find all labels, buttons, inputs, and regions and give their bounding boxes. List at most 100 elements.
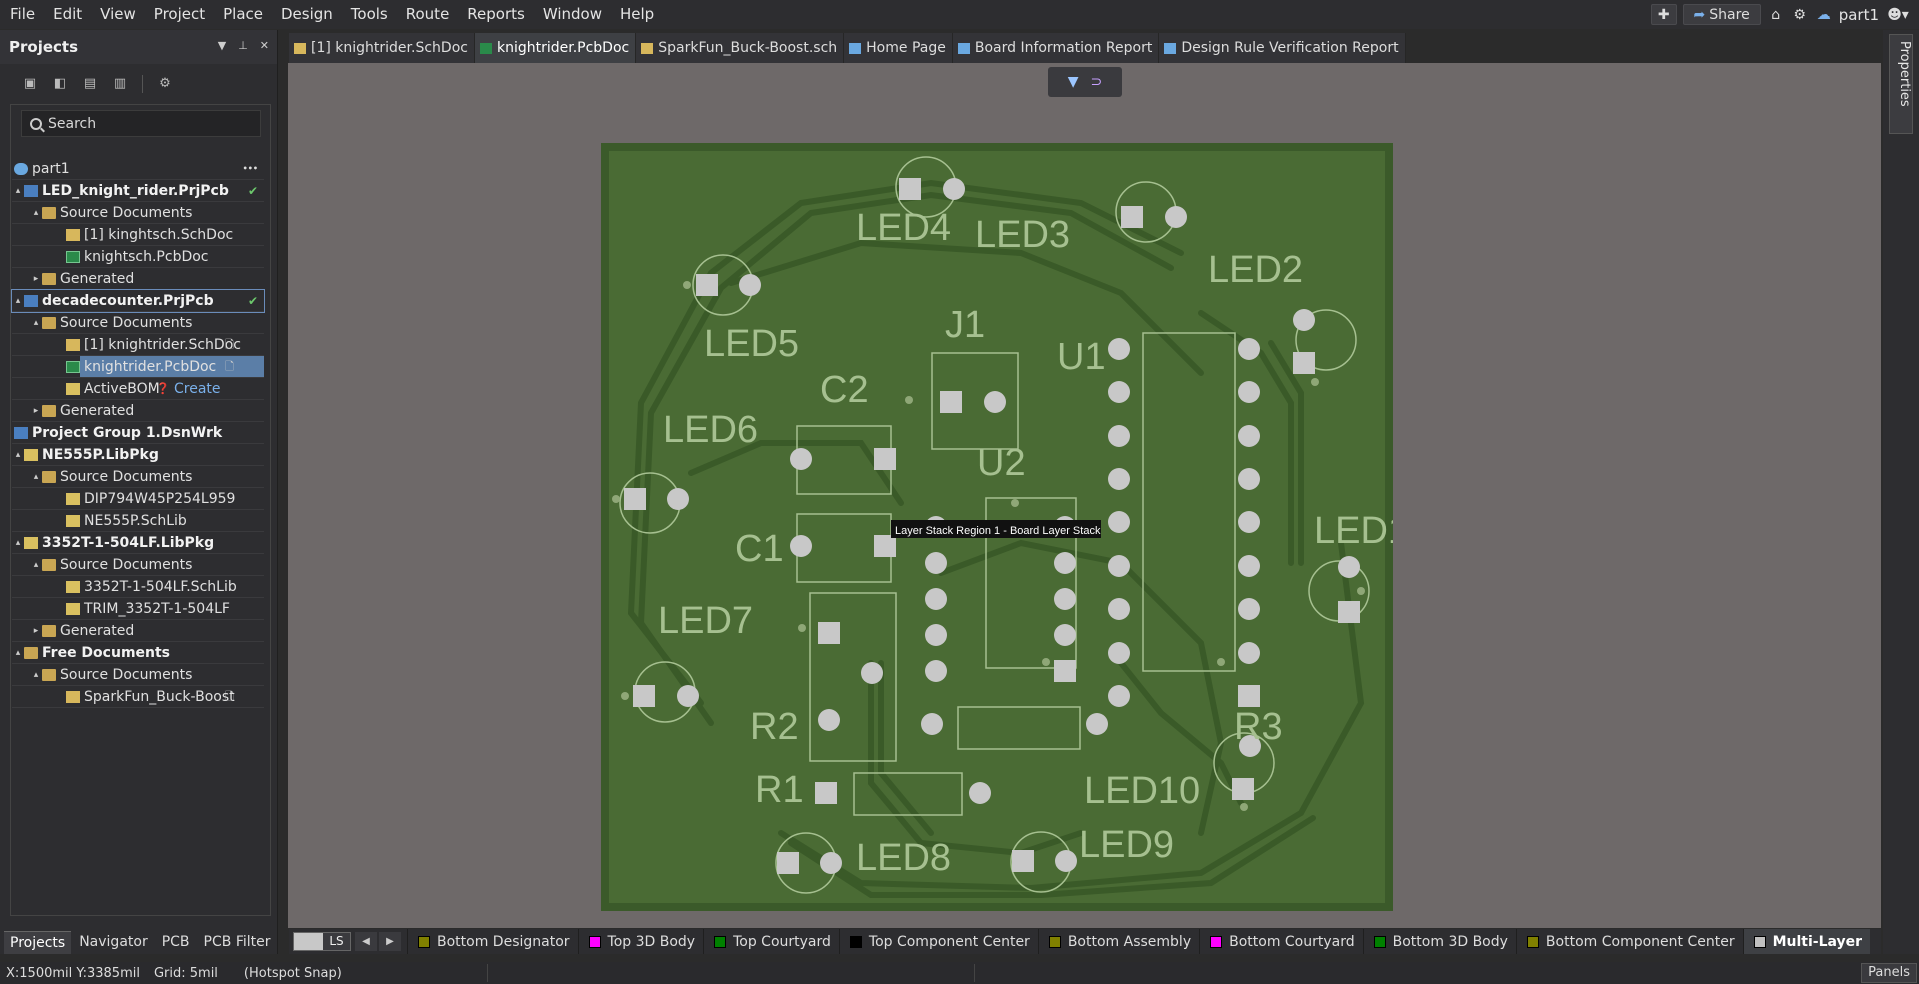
expand-arrow-icon[interactable]: ▴ [13, 642, 23, 664]
open-folder-icon[interactable]: ▤ [82, 76, 98, 92]
tree-item[interactable]: ▴ Free Documents [12, 642, 264, 664]
tree-item[interactable]: Project Group 1.DsnWrk [12, 422, 264, 444]
gear-icon[interactable]: ⚙ [1791, 7, 1809, 23]
layer-tab[interactable]: Top Courtyard [703, 929, 839, 954]
layer-tab[interactable]: Bottom Assembly [1037, 929, 1199, 954]
layer-scroll-left-icon[interactable]: ◀ [355, 932, 377, 951]
pad-round [1108, 468, 1130, 490]
layer-tab[interactable]: Bottom Designator [407, 929, 578, 954]
tree-item[interactable]: ▸ Generated [12, 400, 264, 422]
layer-tab[interactable]: Top Component Center [838, 929, 1038, 954]
share-button[interactable]: ➦ Share [1682, 4, 1761, 25]
expand-arrow-icon[interactable]: ▴ [31, 312, 41, 334]
layer-tab[interactable]: Bottom Courtyard [1199, 929, 1363, 954]
properties-tab[interactable]: Properties [1889, 34, 1913, 134]
tree-item[interactable]: knightrider.PcbDoc 🗋 [12, 356, 264, 378]
filter-icon[interactable]: ▼ [1068, 74, 1079, 90]
expand-arrow-icon[interactable]: ▴ [31, 202, 41, 224]
close-folder-icon[interactable]: ▥ [112, 76, 128, 92]
expand-arrow-icon[interactable]: ▴ [31, 664, 41, 686]
tree-item[interactable]: SparkFun_Buck-Boost 🗋 [12, 686, 264, 708]
collapse-arrow-icon[interactable]: ▸ [31, 620, 41, 642]
tree-item[interactable]: ▴ Source Documents [12, 312, 264, 334]
layer-tab[interactable]: Multi-Layer [1742, 929, 1871, 954]
tree-item[interactable]: knightsch.PcbDoc [12, 246, 264, 268]
layer-tab[interactable]: Top 3D Body [577, 929, 704, 954]
pin-icon[interactable]: ⊥ [238, 39, 248, 52]
layer-scroll-right-icon[interactable]: ▶ [379, 932, 401, 951]
menu-tools[interactable]: Tools [342, 0, 397, 29]
more-options-icon[interactable]: ••• [243, 158, 258, 180]
home-icon[interactable]: ⌂ [1767, 7, 1785, 23]
layer-set-button[interactable]: LS [293, 932, 351, 951]
pad-round [1238, 425, 1260, 447]
collapse-arrow-icon[interactable]: ▸ [31, 268, 41, 290]
layer-tab[interactable]: Bottom Component Center [1515, 929, 1743, 954]
expand-arrow-icon[interactable]: ▴ [13, 444, 23, 466]
expand-arrow-icon[interactable]: ▴ [13, 290, 23, 312]
user-account-icon[interactable]: ☻▾ [1885, 7, 1911, 23]
tree-item[interactable]: ▸ Generated [12, 620, 264, 642]
tab-pcb-filter[interactable]: PCB Filter [198, 931, 277, 954]
expand-arrow-icon[interactable]: ▴ [31, 466, 41, 488]
pad-round [739, 274, 761, 296]
settings-icon[interactable]: ⚙ [157, 76, 173, 92]
doc-tab[interactable]: Design Rule Verification Report [1159, 33, 1406, 63]
create-bom-link[interactable]: Create [174, 378, 221, 400]
tree-item[interactable]: DIP794W45P254L959 [12, 488, 264, 510]
save-icon[interactable]: ▣ [22, 76, 38, 92]
tab-navigator[interactable]: Navigator [73, 931, 154, 954]
pad-square [1338, 601, 1360, 623]
doc-tab[interactable]: Board Information Report [952, 33, 1160, 63]
menu-window[interactable]: Window [534, 0, 611, 29]
expand-arrow-icon[interactable]: ▴ [31, 554, 41, 576]
tree-item[interactable]: ▴ decadecounter.PrjPcb ✔ [11, 289, 265, 313]
menu-view[interactable]: View [91, 0, 145, 29]
expand-arrow-icon[interactable]: ▴ [13, 180, 23, 202]
tree-item[interactable]: ▴ Source Documents [12, 202, 264, 224]
tree-item[interactable]: ▴ 3352T-1-504LF.LibPkg [12, 532, 264, 554]
tree-item[interactable]: ▴ LED_knight_rider.PrjPcb ✔ [12, 180, 264, 202]
tree-item[interactable]: 3352T-1-504LF.SchLib [12, 576, 264, 598]
feedback-button[interactable]: ✚ [1650, 4, 1677, 25]
tree-item[interactable]: ▴ Source Documents [12, 664, 264, 686]
menu-design[interactable]: Design [272, 0, 342, 29]
tab-projects[interactable]: Projects [4, 931, 72, 954]
doc-tab[interactable]: SparkFun_Buck-Boost.sch [636, 33, 845, 63]
tree-item[interactable]: ▴ NE555P.LibPkg [12, 444, 264, 466]
layer-tab[interactable]: Bottom 3D Body [1362, 929, 1516, 954]
close-icon[interactable]: ✕ [260, 39, 269, 52]
user-name[interactable]: part1 [1839, 6, 1879, 24]
interactive-route-icon[interactable]: ⊃ [1091, 74, 1103, 90]
search-input[interactable]: Search [21, 110, 261, 137]
pad-square [899, 178, 921, 200]
tree-item[interactable]: ▸ Generated [12, 268, 264, 290]
tree-item[interactable]: part1 ••• [12, 158, 264, 180]
sch-doc-icon [641, 42, 654, 54]
doc-tab[interactable]: Home Page [844, 33, 953, 63]
menu-edit[interactable]: Edit [44, 0, 91, 29]
tree-item[interactable]: TRIM_3352T-1-504LF [12, 598, 264, 620]
menu-file[interactable]: File [0, 0, 44, 29]
pad-round [921, 713, 943, 735]
expand-arrow-icon[interactable]: ▴ [13, 532, 23, 554]
collapse-arrow-icon[interactable]: ▸ [31, 400, 41, 422]
panels-button[interactable]: Panels [1861, 963, 1917, 983]
menu-project[interactable]: Project [145, 0, 214, 29]
tree-item[interactable]: NE555P.SchLib [12, 510, 264, 532]
menu-help[interactable]: Help [611, 0, 663, 29]
doc-tab[interactable]: knightrider.PcbDoc [474, 33, 637, 63]
save-all-icon[interactable]: ◧ [52, 76, 68, 92]
panel-menu-icon[interactable]: ▼ [218, 39, 226, 52]
tab-pcb[interactable]: PCB [156, 931, 196, 954]
pcb-board[interactable]: LED4 LED3 LED2 LED5 J1 U1 C2 LED6 U2 LED1 C1 LED7 R2… [601, 143, 1393, 911]
menu-route[interactable]: Route [397, 0, 459, 29]
doc-tab[interactable]: [1] knightrider.SchDoc [289, 33, 475, 63]
tree-item[interactable]: ▴ Source Documents [12, 554, 264, 576]
tree-item[interactable]: ▴ Source Documents [12, 466, 264, 488]
tree-item[interactable]: ActiveBOM ❓ Create [12, 378, 264, 400]
tree-item[interactable]: [1] kinghtsch.SchDoc [12, 224, 264, 246]
menu-place[interactable]: Place [214, 0, 272, 29]
tree-item[interactable]: [1] knightrider.SchDoc 🗋 [12, 334, 264, 356]
menu-reports[interactable]: Reports [458, 0, 534, 29]
